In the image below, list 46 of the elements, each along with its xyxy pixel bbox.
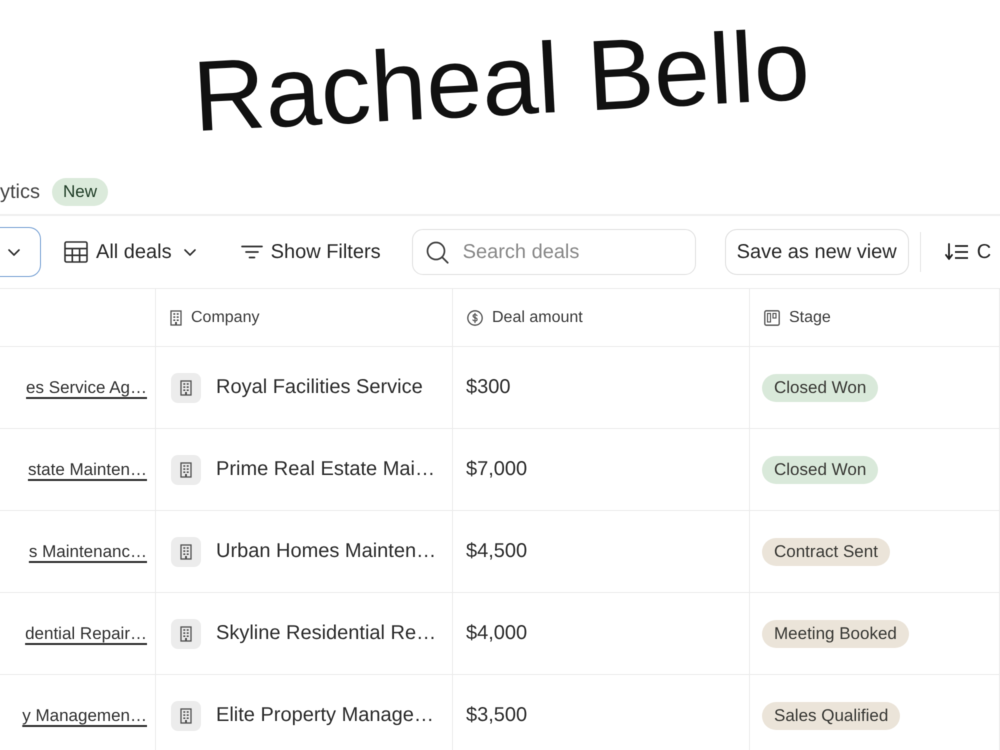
stage-tag: Closed Won (762, 374, 878, 402)
company-name: Skyline Residential Re… (216, 622, 436, 645)
handwritten-name: Racheal Bello (190, 10, 812, 152)
deal-amount: $300 (466, 376, 510, 399)
company-name: Royal Facilities Service (216, 376, 423, 399)
chevron-down-icon (184, 248, 196, 256)
company-name: Elite Property Manage… (216, 704, 434, 727)
table-icon (64, 241, 88, 263)
building-icon (171, 700, 201, 730)
stage-tag: Meeting Booked (762, 620, 909, 648)
building-icon (171, 454, 201, 484)
deal-link[interactable]: dential Repair… (25, 624, 147, 644)
nav-tab[interactable]: ytics (0, 180, 40, 204)
stage-tag: Closed Won (762, 456, 878, 484)
company-name: Prime Real Estate Mai… (216, 458, 435, 481)
deal-amount: $7,000 (466, 458, 528, 481)
building-icon (171, 536, 201, 566)
stage-tag: Contract Sent (762, 538, 890, 566)
column-header[interactable]: Stage (750, 289, 1000, 347)
building-icon (171, 372, 201, 402)
deal-link[interactable]: state Mainten… (28, 460, 147, 480)
sort-button[interactable]: C (944, 240, 992, 264)
building-icon (170, 310, 182, 326)
search-field[interactable]: Search deals (412, 229, 696, 275)
column-header[interactable]: Company (156, 289, 453, 347)
new-badge: New (52, 178, 108, 206)
dropdown-button[interactable] (0, 227, 41, 277)
board-icon (764, 310, 780, 326)
filter-button[interactable]: Show Filters (240, 240, 381, 264)
deal-link[interactable]: es Service Ag… (26, 378, 147, 398)
save-button[interactable]: Save as new view (724, 229, 909, 275)
deal-amount: $3,500 (466, 704, 528, 727)
view-dropdown[interactable]: All deals (64, 240, 196, 264)
stage-tag: Sales Qualified (762, 702, 900, 730)
sort-icon (944, 243, 969, 261)
deal-amount: $4,500 (466, 540, 528, 563)
deal-amount: $4,000 (466, 622, 528, 645)
company-name: Urban Homes Mainten… (216, 540, 436, 563)
deal-link[interactable]: y Managemen… (22, 706, 147, 726)
deal-link[interactable]: s Maintenanc… (28, 542, 147, 562)
building-icon (171, 618, 201, 648)
column-header[interactable]: Deal amount (453, 289, 750, 347)
filter-icon (240, 245, 263, 259)
search-icon (426, 240, 449, 264)
chevron-down-icon (8, 248, 20, 256)
dollar-circle-icon (467, 310, 483, 326)
